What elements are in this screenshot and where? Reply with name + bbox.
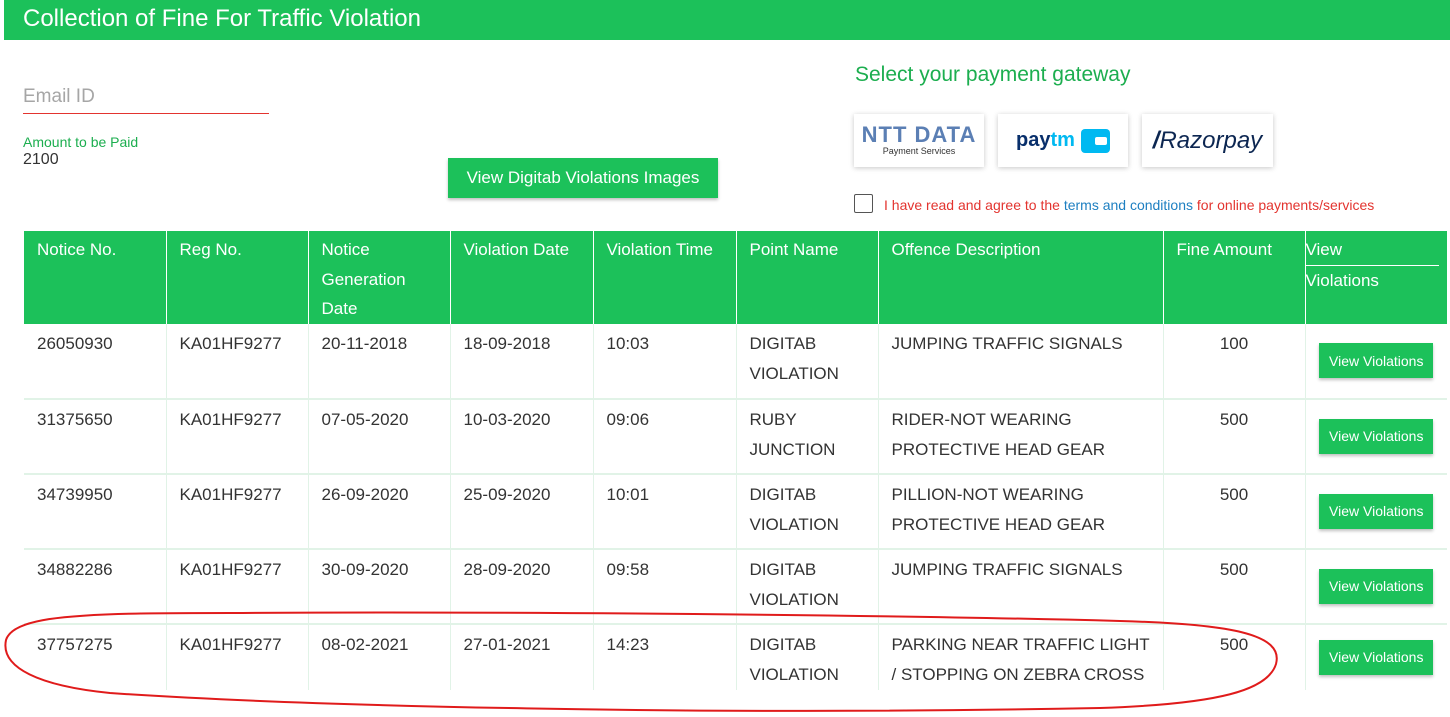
cell-view-violations: View Violations <box>1305 398 1447 475</box>
amount-value: 2100 <box>23 151 59 168</box>
cell-notice-date: 07-05-2020 <box>308 398 451 475</box>
cell-offence: PILLION-NOT WEARING PROTECTIVE HEAD GEAR <box>878 473 1164 550</box>
cell-violation-time: 10:03 <box>593 323 737 400</box>
table-row: 34739950 KA01HF9277 26-09-2020 25-09-202… <box>24 473 1447 550</box>
table-row: 26050930 KA01HF9277 20-11-2018 18-09-201… <box>24 323 1447 400</box>
cell-violation-date: 25-09-2020 <box>450 473 594 550</box>
table-row: 37757275 KA01HF9277 08-02-2021 27-01-202… <box>24 623 1447 690</box>
ntt-data-logo: NTT DATA <box>861 122 977 147</box>
cell-violation-time: 09:58 <box>593 548 737 625</box>
violations-table: Notice No. Reg No. Notice Generation Dat… <box>24 231 1447 690</box>
razorpay-gateway-option[interactable]: / Razorpay <box>1142 114 1273 167</box>
cell-violation-time: 10:01 <box>593 473 737 550</box>
header-violation-date: Violation Date <box>450 231 594 324</box>
page-header: Collection of Fine For Traffic Violation <box>4 0 1450 40</box>
cell-view-violations: View Violations <box>1305 624 1447 690</box>
cell-offence: RIDER-NOT WEARING PROTECTIVE HEAD GEAR <box>878 398 1164 475</box>
cell-violation-date: 10-03-2020 <box>450 398 594 475</box>
cell-notice-no: 37757275 <box>24 623 167 690</box>
wallet-icon <box>1080 128 1110 153</box>
cell-violation-date: 18-09-2018 <box>450 323 594 400</box>
cell-fine-amount: 100 <box>1163 323 1306 400</box>
view-digitab-images-button[interactable]: View Digitab Violations Images <box>448 158 718 198</box>
ntt-data-subtitle: Payment Services <box>882 146 956 156</box>
table-row: 31375650 KA01HF9277 07-05-2020 10-03-202… <box>24 398 1447 475</box>
header-view-violations-line1: View <box>1305 240 1343 259</box>
terms-prefix: I have read and agree to the <box>884 197 1064 213</box>
cell-violation-time: 14:23 <box>593 623 737 690</box>
terms-checkbox[interactable] <box>854 194 873 213</box>
cell-violation-date: 28-09-2020 <box>450 548 594 625</box>
cell-point-name: RUBY JUNCTION <box>736 398 879 475</box>
cell-notice-no: 31375650 <box>24 398 167 475</box>
terms-link[interactable]: terms and conditions <box>1064 197 1193 213</box>
cell-view-violations: View Violations <box>1305 548 1447 625</box>
view-violations-button[interactable]: View Violations <box>1319 418 1434 454</box>
terms-suffix: for online payments/services <box>1193 197 1375 213</box>
cell-violation-date: 27-01-2021 <box>450 623 594 690</box>
cell-point-name: DIGITAB VIOLATION <box>736 548 879 625</box>
page-title: Collection of Fine For Traffic Violation <box>23 5 421 32</box>
header-offence-description: Offence Description <box>878 231 1164 324</box>
header-notice-generation-date: Notice Generation Date <box>308 231 451 324</box>
email-field[interactable] <box>23 80 269 114</box>
cell-notice-no: 26050930 <box>24 323 167 400</box>
header-view-violations: View Violations <box>1305 231 1447 324</box>
cell-reg-no: KA01HF9277 <box>166 548 309 625</box>
cell-point-name: DIGITAB VIOLATION <box>736 623 879 690</box>
razorpay-mark: / <box>1152 126 1160 154</box>
cell-fine-amount: 500 <box>1163 623 1306 690</box>
cell-point-name: DIGITAB VIOLATION <box>736 323 879 400</box>
cell-reg-no: KA01HF9277 <box>166 623 309 690</box>
ntt-data-gateway-option[interactable]: NTT DATA Payment Services <box>854 114 984 167</box>
cell-notice-date: 20-11-2018 <box>308 323 451 400</box>
header-reg-no: Reg No. <box>166 231 309 324</box>
cell-reg-no: KA01HF9277 <box>166 473 309 550</box>
cell-point-name: DIGITAB VIOLATION <box>736 473 879 550</box>
cell-reg-no: KA01HF9277 <box>166 323 309 400</box>
cell-offence: JUMPING TRAFFIC SIGNALS <box>878 323 1164 400</box>
cell-view-violations: View Violations <box>1305 323 1447 400</box>
cell-offence: PARKING NEAR TRAFFIC LIGHT / STOPPING ON… <box>878 623 1164 690</box>
view-violations-button[interactable]: View Violations <box>1319 493 1434 529</box>
cell-view-violations: View Violations <box>1305 473 1447 550</box>
paytm-gateway-option[interactable]: pay tm <box>998 114 1128 167</box>
cell-notice-date: 26-09-2020 <box>308 473 451 550</box>
paytm-logo-part1: pay <box>1016 129 1051 151</box>
terms-text: I have read and agree to the terms and c… <box>884 197 1374 213</box>
cell-notice-date: 08-02-2021 <box>308 623 451 690</box>
header-point-name: Point Name <box>736 231 879 324</box>
cell-fine-amount: 500 <box>1163 398 1306 475</box>
cell-offence: JUMPING TRAFFIC SIGNALS <box>878 548 1164 625</box>
cell-fine-amount: 500 <box>1163 473 1306 550</box>
header-fine-amount: Fine Amount <box>1163 231 1306 324</box>
cell-notice-no: 34739950 <box>24 473 167 550</box>
cell-violation-time: 09:06 <box>593 398 737 475</box>
header-notice-no: Notice No. <box>24 231 167 324</box>
header-violation-time: Violation Time <box>593 231 737 324</box>
header-view-violations-line2: Violations <box>1305 264 1439 296</box>
view-violations-button[interactable]: View Violations <box>1319 568 1434 604</box>
gateway-title: Select your payment gateway <box>855 63 1131 86</box>
table-row: 34882286 KA01HF9277 30-09-2020 28-09-202… <box>24 548 1447 625</box>
paytm-logo-part2: tm <box>1050 129 1075 151</box>
razorpay-logo: Razorpay <box>1159 126 1263 154</box>
amount-label: Amount to be Paid <box>23 134 139 150</box>
cell-reg-no: KA01HF9277 <box>166 398 309 475</box>
cell-notice-no: 34882286 <box>24 548 167 625</box>
view-violations-button[interactable]: View Violations <box>1319 343 1434 378</box>
view-violations-button[interactable]: View Violations <box>1319 639 1434 675</box>
cell-fine-amount: 500 <box>1163 548 1306 625</box>
cell-notice-date: 30-09-2020 <box>308 548 451 625</box>
